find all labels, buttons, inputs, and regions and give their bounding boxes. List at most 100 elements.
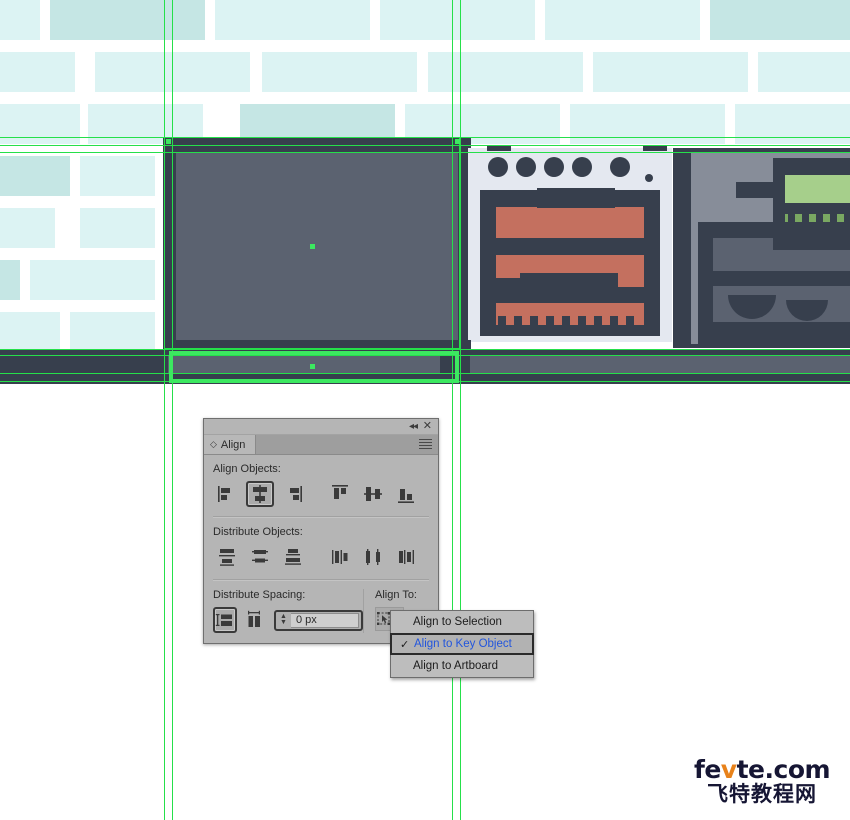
oven-grate-tooth — [562, 316, 570, 326]
stepper-down-icon[interactable]: ▼ — [280, 619, 287, 626]
oven-rack-mid-cut2 — [496, 278, 528, 288]
menu-item-align-to-key-object[interactable]: ✓ Align to Key Object — [390, 633, 534, 655]
brick — [735, 104, 850, 144]
oven-grate-tooth — [530, 316, 538, 326]
vertical-align-center-button[interactable] — [359, 481, 387, 507]
spacing-value-input[interactable]: 0 px — [291, 612, 359, 628]
green-tooth — [816, 214, 823, 222]
brick — [545, 0, 700, 40]
horizontal-align-left-button[interactable] — [213, 481, 241, 507]
vertical-distribute-top-button[interactable] — [213, 544, 241, 570]
menu-item-label: Align to Artboard — [413, 660, 499, 672]
watermark-site-name: fevte.com — [682, 757, 842, 783]
horizontal-align-right-button[interactable] — [279, 481, 307, 507]
oven-grate-tooth — [514, 316, 522, 326]
brick — [0, 0, 40, 40]
align-objects-row[interactable] — [213, 481, 429, 507]
distribute-spacing-row[interactable]: ▲ ▼ 0 px — [213, 607, 363, 633]
oven-indicator-dot — [645, 174, 653, 182]
brick — [0, 208, 55, 248]
oven-grate-tooth — [594, 316, 602, 326]
panel-titlebar[interactable]: ◂◂ ✕ — [204, 419, 438, 435]
oven-knob[interactable] — [488, 157, 508, 177]
brick — [0, 260, 20, 300]
brick — [380, 0, 535, 40]
panel-title: Align — [220, 438, 246, 451]
brick — [0, 156, 70, 196]
green-tooth — [830, 214, 837, 222]
brick — [710, 0, 850, 40]
horizontal-distribute-left-button[interactable] — [326, 544, 354, 570]
quantity-stepper[interactable]: ▲ ▼ — [276, 613, 291, 626]
selection-anchor[interactable] — [455, 139, 460, 144]
vertical-distribute-space-button[interactable] — [213, 607, 238, 633]
selection-center-anchor[interactable] — [310, 244, 315, 249]
panel-divider-1 — [213, 516, 429, 518]
green-tooth — [788, 214, 795, 222]
watermark-chinese-name: 飞特教程网 — [707, 782, 817, 806]
guide-vertical — [460, 0, 461, 820]
screenshot-stage: ◂◂ ✕ ◇ Align Align Objects: Distribute O… — [0, 0, 850, 820]
watermark-part-b: v — [720, 755, 737, 784]
distribute-spacing-label: Distribute Spacing: — [213, 589, 306, 601]
brick — [593, 52, 748, 92]
oven-grate-tooth — [610, 316, 618, 326]
oven-grate-tooth — [626, 316, 634, 326]
oven-grate-tooth — [498, 316, 506, 326]
green-box-top — [785, 175, 850, 203]
watermark-part-a: fe — [693, 755, 721, 784]
brick — [50, 0, 205, 40]
panel-divider-2 — [213, 579, 429, 581]
brick — [262, 52, 417, 92]
green-tooth — [844, 214, 850, 222]
vertical-distribute-center-button[interactable] — [246, 544, 274, 570]
menu-item-align-to-selection[interactable]: Align to Selection — [391, 611, 533, 633]
menu-item-align-to-artboard[interactable]: Align to Artboard — [391, 655, 533, 677]
vertical-align-bottom-button[interactable] — [392, 481, 420, 507]
watermark: fevte.com 飞特教程网 — [682, 757, 842, 806]
vertical-align-top-button[interactable] — [326, 481, 354, 507]
horizontal-distribute-right-button[interactable] — [392, 544, 420, 570]
tab-align[interactable]: ◇ Align — [204, 435, 257, 454]
collapse-panel-icon[interactable]: ◂◂ — [409, 421, 418, 432]
brick — [0, 52, 75, 92]
selection-bounds-cabinet[interactable] — [164, 137, 460, 349]
diamond-toggle-icon[interactable]: ◇ — [210, 439, 217, 450]
key-object-center-anchor[interactable] — [310, 364, 315, 369]
menu-item-label: Align to Key Object — [414, 638, 512, 650]
align-to-label: Align To: — [375, 589, 417, 601]
align-to-dropdown-menu[interactable]: Align to Selection ✓ Align to Key Object… — [390, 610, 534, 678]
shelf-divider — [773, 222, 850, 250]
distribute-objects-row[interactable] — [213, 544, 429, 570]
distribute-objects-label: Distribute Objects: — [213, 526, 303, 538]
guide-vertical — [172, 0, 173, 820]
brick — [70, 312, 155, 352]
oven-grate-tooth — [546, 316, 554, 326]
oven-knob[interactable] — [516, 157, 536, 177]
oven-knob[interactable] — [544, 157, 564, 177]
distribute-spacing-section: Distribute Spacing: ▲ ▼ 0 px — [213, 589, 364, 633]
spacing-stepper-field[interactable]: ▲ ▼ 0 px — [274, 609, 363, 631]
horizontal-distribute-space-button[interactable] — [242, 607, 266, 633]
watermark-part-c: te.com — [736, 755, 831, 784]
guide-vertical — [164, 0, 165, 820]
green-tooth — [802, 214, 809, 222]
menu-item-label: Align to Selection — [413, 616, 502, 628]
brick — [80, 156, 155, 196]
panel-menu-icon[interactable] — [419, 439, 432, 450]
brick — [0, 312, 60, 352]
check-icon: ✓ — [400, 638, 410, 651]
brick — [215, 0, 370, 40]
horizontal-align-center-button[interactable] — [246, 481, 274, 507]
brick — [80, 208, 155, 248]
close-panel-icon[interactable]: ✕ — [423, 421, 432, 432]
guide-horizontal — [0, 349, 850, 350]
oven-grate-tooth — [578, 316, 586, 326]
vertical-distribute-bottom-button[interactable] — [279, 544, 307, 570]
panel-tab-row[interactable]: ◇ Align — [204, 435, 438, 455]
horizontal-distribute-center-button[interactable] — [359, 544, 387, 570]
oven-knob[interactable] — [610, 157, 630, 177]
oven-knob[interactable] — [572, 157, 592, 177]
shelf-bracket — [736, 182, 776, 198]
selection-anchor[interactable] — [166, 139, 171, 144]
